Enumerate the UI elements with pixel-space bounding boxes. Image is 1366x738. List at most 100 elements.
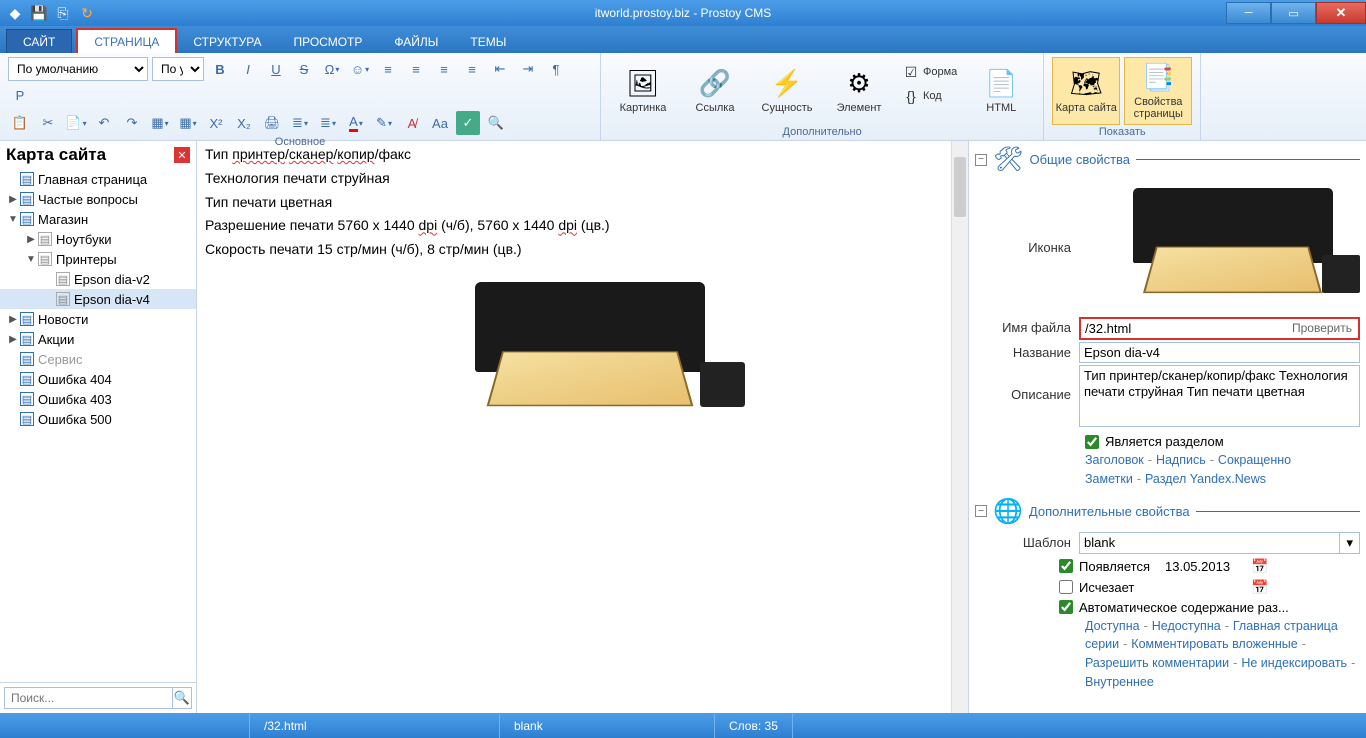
style2-dropdown[interactable]: По ум <box>152 57 204 81</box>
desc-textarea[interactable] <box>1079 365 1360 427</box>
sitemap-button[interactable]: 🗺Карта сайта <box>1052 57 1120 125</box>
prop-link[interactable]: Недоступна <box>1152 619 1221 633</box>
redo-icon[interactable]: ↷ <box>120 111 144 135</box>
align-right-icon[interactable]: ≡ <box>432 57 456 81</box>
picture-button[interactable]: 🖼Картинка <box>609 57 677 125</box>
tree-node[interactable]: ▤Ошибка 404 <box>0 369 196 389</box>
search-input[interactable] <box>4 687 173 709</box>
omega-icon[interactable]: Ω <box>320 57 344 81</box>
prop-link[interactable]: Разрешить комментарии <box>1085 656 1229 670</box>
filename-input[interactable] <box>1081 319 1286 338</box>
template-dropdown-icon[interactable]: ▾ <box>1340 532 1360 554</box>
appears-checkbox[interactable] <box>1059 559 1073 573</box>
entity-button[interactable]: ⚡Сущность <box>753 57 821 125</box>
prop-link[interactable]: Раздел Yandex.News <box>1145 472 1266 486</box>
underline-icon[interactable]: U <box>264 57 288 81</box>
copy-icon[interactable]: ⎘ <box>54 4 72 22</box>
editor-scrollbar[interactable] <box>951 141 968 713</box>
content-editor[interactable]: Тип принтер/сканер/копир/факс Технология… <box>197 141 951 713</box>
tree-node[interactable]: ▶▤Акции <box>0 329 196 349</box>
tree-node[interactable]: ▤Ошибка 500 <box>0 409 196 429</box>
align-center-icon[interactable]: ≡ <box>404 57 428 81</box>
num-list-icon[interactable]: ≣ <box>316 111 340 135</box>
tree-node[interactable]: ▼▤Принтеры <box>0 249 196 269</box>
align-justify-icon[interactable]: ≡ <box>460 57 484 81</box>
section-checkbox[interactable] <box>1085 435 1099 449</box>
tab-themes[interactable]: ТЕМЫ <box>454 30 522 53</box>
save-icon[interactable]: 💾 <box>30 4 48 22</box>
search-icon[interactable]: 🔍 <box>173 687 192 709</box>
html-button[interactable]: 📄HTML <box>967 57 1035 125</box>
tab-structure[interactable]: СТРУКТУРА <box>177 30 277 53</box>
element-button[interactable]: ⚙Элемент <box>825 57 893 125</box>
refresh-icon[interactable]: ↻ <box>78 4 96 22</box>
bold-icon[interactable]: B <box>208 57 232 81</box>
close-button[interactable]: ✕ <box>1316 2 1366 24</box>
prop-link[interactable]: Надпись <box>1156 453 1206 467</box>
paragraph-icon[interactable]: P <box>8 83 32 107</box>
prop-link[interactable]: Внутреннее <box>1085 675 1154 689</box>
paste-icon[interactable]: 📋 <box>8 111 32 135</box>
prop-link[interactable]: Доступна <box>1085 619 1140 633</box>
table2-icon[interactable]: ▦ <box>176 111 200 135</box>
prop-link[interactable]: Комментировать вложенные <box>1131 637 1297 651</box>
tree-node[interactable]: ▤Главная страница <box>0 169 196 189</box>
tab-site[interactable]: САЙТ <box>6 29 72 53</box>
find-icon[interactable]: 🔍 <box>484 111 508 135</box>
cut-icon[interactable]: ✂ <box>36 111 60 135</box>
outdent-icon[interactable]: ⇤ <box>488 57 512 81</box>
case-icon[interactable]: Aa <box>428 111 452 135</box>
minimize-button[interactable]: ─ <box>1226 2 1271 24</box>
icon-thumbnail[interactable] <box>1125 180 1360 315</box>
tree-node[interactable]: ▶▤Частые вопросы <box>0 189 196 209</box>
tree-node[interactable]: ▤Сервис <box>0 349 196 369</box>
tree-node[interactable]: ▶▤Новости <box>0 309 196 329</box>
tab-preview[interactable]: ПРОСМОТР <box>277 30 378 53</box>
title-input[interactable] <box>1079 342 1360 363</box>
collapse-general-icon[interactable]: − <box>975 154 987 166</box>
autocontent-checkbox[interactable] <box>1059 600 1073 614</box>
tab-page[interactable]: СТРАНИЦА <box>76 28 177 53</box>
style-dropdown[interactable]: По умолчанию <box>8 57 148 81</box>
bullet-list-icon[interactable]: ≣ <box>288 111 312 135</box>
template-input[interactable] <box>1079 532 1340 554</box>
pageprops-button[interactable]: 📑Свойства страницы <box>1124 57 1192 125</box>
code-button[interactable]: {}Код <box>897 85 963 107</box>
prop-link[interactable]: Заголовок <box>1085 453 1144 467</box>
collapse-extra-icon[interactable]: − <box>975 505 987 517</box>
italic-icon[interactable]: I <box>236 57 260 81</box>
indent-icon[interactable]: ⇥ <box>516 57 540 81</box>
prop-link[interactable]: Заметки <box>1085 472 1133 486</box>
tree-node[interactable]: ▤Epson dia-v4 <box>0 289 196 309</box>
tab-files[interactable]: ФАЙЛЫ <box>378 30 454 53</box>
maximize-button[interactable]: ▭ <box>1271 2 1316 24</box>
superscript-icon[interactable]: X² <box>204 111 228 135</box>
link-button[interactable]: 🔗Ссылка <box>681 57 749 125</box>
align-left-icon[interactable]: ≡ <box>376 57 400 81</box>
undo-icon[interactable]: ↶ <box>92 111 116 135</box>
strike-icon[interactable]: S <box>292 57 316 81</box>
prop-link[interactable]: Не индексировать <box>1241 656 1347 670</box>
clear-format-icon[interactable]: A̸ <box>400 111 424 135</box>
table-icon[interactable]: ▦ <box>148 111 172 135</box>
tree-node[interactable]: ▤Epson dia-v2 <box>0 269 196 289</box>
highlight-icon[interactable]: ✎ <box>372 111 396 135</box>
font-color-icon[interactable]: A <box>344 111 368 135</box>
form-button[interactable]: ☑Форма <box>897 61 963 83</box>
close-pane-icon[interactable]: ✕ <box>174 147 190 163</box>
pilcrow-icon[interactable]: ¶ <box>544 57 568 81</box>
tree-node[interactable]: ▼▤Магазин <box>0 209 196 229</box>
emoji-icon[interactable]: ☺ <box>348 57 372 81</box>
disappears-checkbox[interactable] <box>1059 580 1073 594</box>
print-icon[interactable]: 🖨 <box>260 111 284 135</box>
check-filename-button[interactable]: Проверить <box>1286 319 1358 338</box>
subscript-icon[interactable]: X₂ <box>232 111 256 135</box>
calendar-icon[interactable]: 📅 <box>1251 558 1268 575</box>
prop-link[interactable]: Сокращенно <box>1218 453 1291 467</box>
copy-btn-icon[interactable]: 📄 <box>64 111 88 135</box>
site-tree[interactable]: ▤Главная страница▶▤Частые вопросы▼▤Магаз… <box>0 169 196 682</box>
spellcheck-icon[interactable]: ✓ <box>456 111 480 135</box>
tree-node[interactable]: ▶▤Ноутбуки <box>0 229 196 249</box>
tree-node[interactable]: ▤Ошибка 403 <box>0 389 196 409</box>
calendar-icon[interactable]: 📅 <box>1251 579 1268 596</box>
